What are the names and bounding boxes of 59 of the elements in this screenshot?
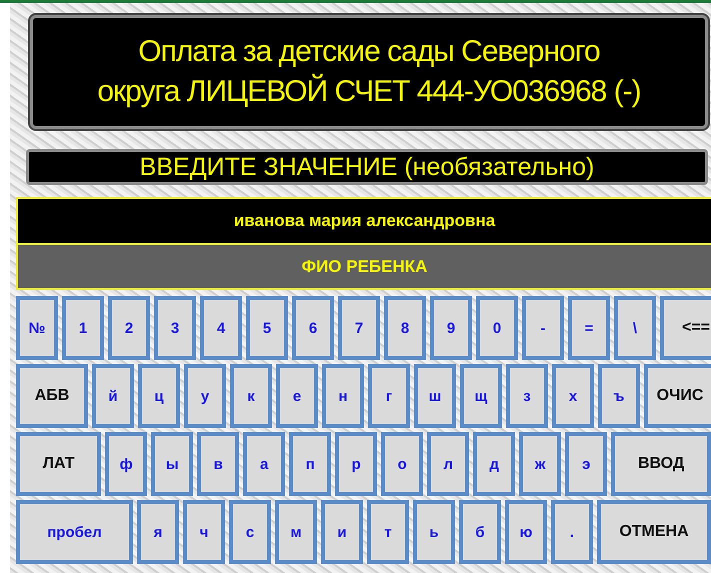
keyboard-key[interactable]: л: [427, 432, 470, 496]
keyboard-key[interactable]: х: [552, 364, 594, 428]
keyboard-key[interactable]: ф: [105, 432, 148, 496]
keyboard-key[interactable]: с: [229, 500, 271, 564]
keyboard-key[interactable]: г: [368, 364, 410, 428]
keyboard-key[interactable]: 8: [384, 296, 426, 360]
keyboard-key[interactable]: 1: [62, 296, 104, 360]
keyboard-key[interactable]: р: [335, 432, 378, 496]
field-label: ФИО РЕБЕНКА: [18, 245, 711, 288]
keyboard-key[interactable]: =: [568, 296, 610, 360]
keyboard-key[interactable]: ч: [183, 500, 225, 564]
keyboard-key[interactable]: о: [381, 432, 424, 496]
input-field[interactable]: иванова мария александровна: [18, 199, 711, 245]
keyboard-key[interactable]: 4: [200, 296, 242, 360]
keyboard-key[interactable]: ж: [519, 432, 562, 496]
keyboard-key[interactable]: й: [92, 364, 134, 428]
keyboard-key[interactable]: н: [322, 364, 364, 428]
keyboard-key[interactable]: и: [321, 500, 363, 564]
keyboard-key[interactable]: т: [367, 500, 409, 564]
keyboard-key[interactable]: ВВОД: [611, 432, 711, 496]
keyboard-key[interactable]: а: [243, 432, 286, 496]
keyboard-key[interactable]: 3: [154, 296, 196, 360]
keyboard-key[interactable]: м: [275, 500, 317, 564]
keyboard-key[interactable]: <==: [660, 296, 711, 360]
keyboard-key[interactable]: ъ: [598, 364, 640, 428]
title-text: округа ЛИЦЕВОЙ СЧЕТ 444-УО036968 (-): [97, 72, 641, 110]
keyboard-key[interactable]: АБВ: [16, 364, 88, 428]
keyboard-key[interactable]: п: [289, 432, 332, 496]
prompt-text: ВВЕДИТЕ ЗНАЧЕНИЕ (необязательно): [26, 149, 708, 185]
keyboard-key[interactable]: ОТМЕНА: [597, 500, 711, 564]
keyboard-key[interactable]: ЛАТ: [16, 432, 102, 496]
keyboard-key[interactable]: 7: [338, 296, 380, 360]
keyboard-key[interactable]: ы: [151, 432, 194, 496]
keyboard-key[interactable]: 2: [108, 296, 150, 360]
keyboard-key[interactable]: ОЧИС: [644, 364, 711, 428]
keyboard-key[interactable]: 9: [430, 296, 472, 360]
keyboard-key[interactable]: пробел: [16, 500, 133, 564]
keyboard-key[interactable]: ю: [505, 500, 547, 564]
keyboard-key[interactable]: 5: [246, 296, 288, 360]
keyboard-key[interactable]: к: [230, 364, 272, 428]
keyboard-key[interactable]: .: [551, 500, 593, 564]
keyboard-key[interactable]: в: [197, 432, 240, 496]
keyboard-key[interactable]: 0: [476, 296, 518, 360]
keyboard-key[interactable]: щ: [460, 364, 502, 428]
keyboard-key[interactable]: №: [16, 296, 58, 360]
keyboard-key[interactable]: ш: [414, 364, 456, 428]
keyboard-key[interactable]: ц: [138, 364, 180, 428]
keyboard-key[interactable]: э: [565, 432, 608, 496]
keyboard-key[interactable]: д: [473, 432, 516, 496]
title-text: Оплата за детские сады Северного: [138, 34, 600, 70]
keyboard-key[interactable]: -: [522, 296, 564, 360]
keyboard-key[interactable]: \: [614, 296, 656, 360]
keyboard-key[interactable]: у: [184, 364, 226, 428]
keyboard-key[interactable]: е: [276, 364, 318, 428]
keyboard-key[interactable]: 6: [292, 296, 334, 360]
keyboard-key[interactable]: з: [506, 364, 548, 428]
keyboard-key[interactable]: ь: [413, 500, 455, 564]
keyboard-key[interactable]: б: [459, 500, 501, 564]
keyboard-key[interactable]: я: [137, 500, 179, 564]
